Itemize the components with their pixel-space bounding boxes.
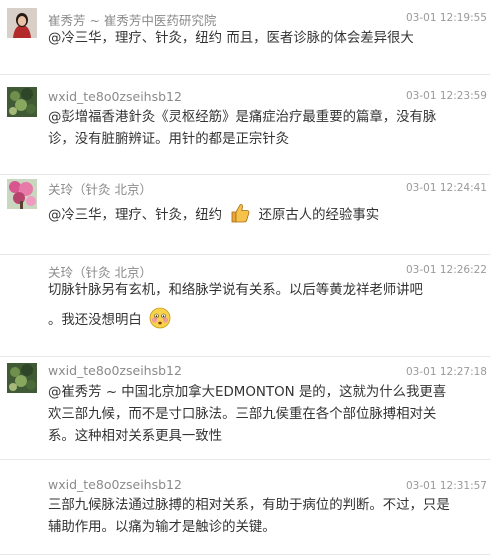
- comment-time: 03-01 12:23:59: [405, 90, 487, 102]
- blush-face-emoji: [149, 307, 171, 337]
- comment-text: @冷三华，理疗、针灸，纽约 还原古人的经验事实: [48, 202, 453, 232]
- comment-text: 切脉针脉另有玄机，和络脉学说有关系。以后等黄龙祥老师讲吧 。我还没想明白: [48, 280, 468, 337]
- comment-text: @崔秀芳 ~ 中国北京加拿大EDMONTON 是的，这就为什么我更喜欢三部九候，…: [48, 385, 447, 444]
- avatar[interactable]: [7, 8, 37, 38]
- comment-text-line: 。我还没想明白: [48, 307, 468, 337]
- comment-item: wxid_te8o0zseihsb12 03-01 12:23:59 @彭增福香…: [0, 75, 490, 175]
- comment-item: 崔秀芳 ~ 崔秀芳中医药研究院 03-01 12:19:55 @冷三华，理疗、针…: [0, 0, 490, 75]
- comment-item: 关玲（针灸 北京） 03-01 12:26:22 切脉针脉另有玄机，和络脉学说有…: [0, 255, 490, 357]
- comment-time: 03-01 12:31:57: [405, 480, 487, 492]
- comment-time: 03-01 12:19:55: [405, 12, 487, 24]
- comment-text: 三部九候脉法通过脉搏的相对关系，有助于病位的判断。不过，只是辅助作用。以痛为输才…: [48, 498, 450, 535]
- comment-time: 03-01 12:26:22: [405, 264, 487, 276]
- comment-text-part: @冷三华，理疗、针灸，纽约: [48, 208, 223, 223]
- comment-text: @冷三华，理疗、针灸，纽约 而且，医者诊脉的体会差异很大: [48, 31, 414, 46]
- comment-text-line: 切脉针脉另有玄机，和络脉学说有关系。以后等黄龙祥老师讲吧: [48, 283, 423, 298]
- comment-item: wxid_te8o0zseihsb12 03-01 12:31:57 三部九候脉…: [0, 460, 490, 555]
- comment-author[interactable]: 崔秀芳 ~ 崔秀芳中医药研究院: [48, 10, 216, 29]
- comment-time: 03-01 12:24:41: [405, 182, 487, 194]
- avatar[interactable]: [7, 179, 37, 209]
- comment-author[interactable]: 关玲（针灸 北京）: [48, 179, 152, 198]
- comment-author[interactable]: wxid_te8o0zseihsb12: [48, 477, 182, 492]
- comment-author[interactable]: 关玲（针灸 北京）: [48, 262, 152, 281]
- comment-text-part: 还原古人的经验事实: [258, 208, 380, 223]
- comment-item: wxid_te8o0zseihsb12 03-01 12:27:18 @崔秀芳 …: [0, 357, 490, 460]
- avatar[interactable]: [7, 87, 37, 117]
- comment-item: 关玲（针灸 北京） 03-01 12:24:41 @冷三华，理疗、针灸，纽约 还…: [0, 175, 490, 255]
- comment-author[interactable]: wxid_te8o0zseihsb12: [48, 89, 182, 104]
- comment-author[interactable]: wxid_te8o0zseihsb12: [48, 363, 182, 378]
- thumbs-up-emoji: [229, 202, 251, 232]
- comment-text: @彭增福香港針灸《灵枢经筋》是痛症治疗最重要的篇章，没有脉诊，没有脏腑辨证。用针…: [48, 110, 437, 147]
- comment-time: 03-01 12:27:18: [405, 366, 487, 378]
- avatar[interactable]: [7, 363, 37, 393]
